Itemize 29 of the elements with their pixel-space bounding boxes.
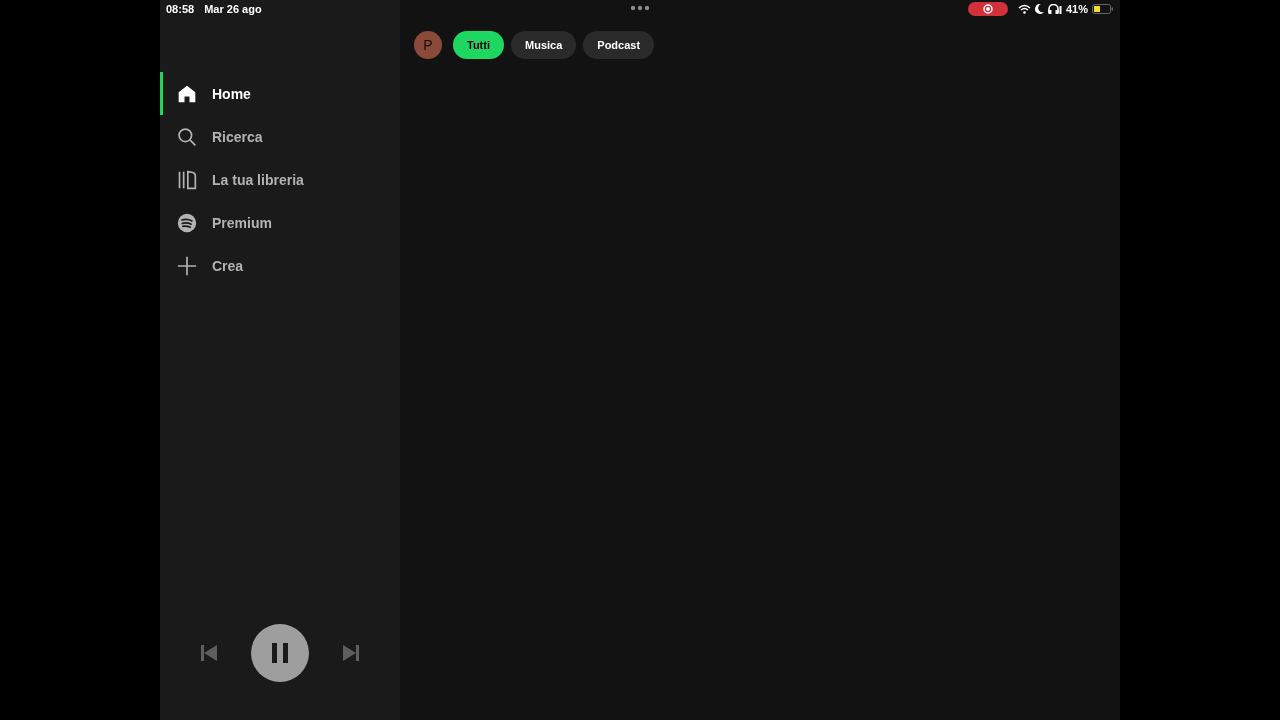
- moon-icon: [1034, 3, 1044, 14]
- sidebar-item-label: Ricerca: [212, 128, 263, 145]
- filter-chip[interactable]: Tutti: [453, 31, 504, 59]
- premium-logo-icon: [177, 212, 197, 233]
- sidebar-item[interactable]: Ricerca: [160, 115, 400, 158]
- sidebar-item-label: La tua libreria: [212, 171, 304, 188]
- battery-icon: [1092, 3, 1114, 14]
- skip-back-icon[interactable]: [199, 643, 219, 663]
- filter-chip[interactable]: Musica: [511, 31, 577, 59]
- library-icon: [177, 169, 197, 190]
- filter-chip[interactable]: Podcast: [583, 31, 655, 59]
- more-dots-icon: [630, 5, 650, 11]
- sidebar-item[interactable]: La tua libreria: [160, 158, 400, 201]
- sidebar-item[interactable]: Premium: [160, 201, 400, 244]
- wifi-icon: [1017, 3, 1031, 14]
- sidebar-item-label: Home: [212, 85, 251, 102]
- battery-percentage: 41%: [1065, 2, 1088, 15]
- skip-forward-icon[interactable]: [341, 643, 361, 663]
- headphones-icon: [1047, 3, 1062, 14]
- status-time: 08:58: [166, 2, 195, 15]
- status-date: Mar 26 ago: [204, 2, 262, 15]
- sidebar-item-label: Premium: [212, 214, 272, 231]
- pause-icon: [270, 642, 290, 664]
- play-pause-button[interactable]: [251, 624, 309, 682]
- home-icon: [177, 83, 197, 104]
- sidebar-item-label: Crea: [212, 257, 244, 274]
- sidebar-item[interactable]: Crea: [160, 244, 400, 287]
- search-icon: [177, 126, 197, 147]
- plus-icon: [177, 255, 197, 276]
